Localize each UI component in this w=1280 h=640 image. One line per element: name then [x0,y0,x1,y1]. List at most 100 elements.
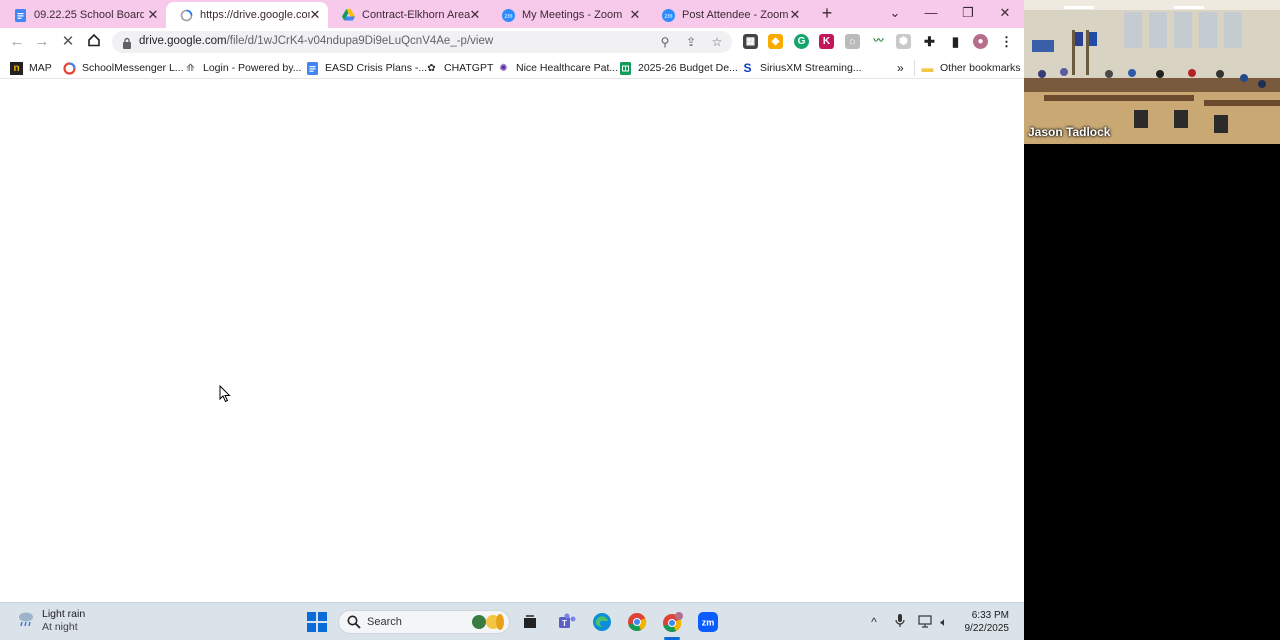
extension-shield-icon[interactable]: ⬢ [896,34,911,49]
bookmark-easd-crisis-plans[interactable]: EASD Crisis Plans -... [306,60,427,76]
task-view-icon[interactable] [519,611,541,633]
tab-label: 09.22.25 School Board Ag [34,9,144,21]
edge-icon[interactable] [591,611,613,633]
stop-loading-icon[interactable]: ✕ [58,33,78,51]
bookmark-schoolmessenger[interactable]: SchoolMessenger L... [63,60,184,76]
tab-label: Contract-Elkhorn Area Sc [362,9,472,21]
side-panel-icon[interactable]: ▮ [948,34,963,49]
home-icon[interactable] [84,33,104,51]
extensions-puzzle-icon[interactable]: ✚ [922,34,937,49]
system-clock[interactable]: 6:33 PM 9/22/2025 [965,609,1010,635]
nice-healthcare-icon: ✺ [499,62,508,74]
chrome-profile-icon[interactable] [662,611,684,633]
bookmark-label: SchoolMessenger L... [82,62,184,74]
other-bookmarks-folder[interactable]: ▬ Other bookmarks [921,60,1021,76]
weather-subtitle: At night [42,621,78,633]
close-icon[interactable]: ✕ [628,8,642,22]
tab-search-chevron-icon[interactable]: ⌄ [885,4,905,22]
chrome-icon[interactable] [626,611,648,633]
bookmarks-divider [914,60,915,76]
browser-toolbar: ← → ✕ drive.google.com/file/d/1wJCrK4-v0… [0,28,1024,56]
close-icon[interactable]: ✕ [788,8,802,22]
windows-start-icon[interactable] [306,611,328,633]
clock-date: 9/22/2025 [964,623,1010,634]
schoolmessenger-icon [63,61,76,75]
grammarly-icon[interactable]: G [794,34,809,49]
menu-kebab-icon[interactable]: ⋮ [999,34,1014,49]
search-highlight-icon [471,613,507,636]
extension-gray-icon[interactable]: ⌂ [845,34,860,49]
bookmark-nice-healthcare[interactable]: ✺ Nice Healthcare Pat... [497,60,618,76]
bookmark-label: EASD Crisis Plans -... [325,62,428,74]
taskbar-search-box[interactable]: Search [338,610,510,634]
zoom-video-panel-background [1024,144,1280,640]
participant-name: Jason Tadlock [1028,125,1111,139]
windows-taskbar: Light rain At night Search T zm ^ 🔈︎ 6:3… [0,602,1024,640]
bookmark-siriusxm[interactable]: S SiriusXM Streaming... [741,60,861,76]
close-icon[interactable]: ✕ [308,8,322,22]
tab-label: My Meetings - Zoom [522,9,623,21]
zoom-app-icon[interactable]: zm [697,611,719,633]
tab-post-attendee-zoom[interactable]: zm Post Attendee - Zoom ✕ [648,2,808,28]
tab-school-board-agenda[interactable]: 09.22.25 School Board Ag ✕ [0,2,166,28]
volume-icon[interactable]: 🔈︎ [936,614,952,630]
siriusxm-icon: S [743,61,752,75]
bookmark-label: Login - Powered by... [203,62,302,74]
new-tab-button[interactable]: + [818,4,836,22]
microphone-icon[interactable] [892,614,908,630]
extension-k-icon[interactable]: K [819,34,834,49]
extension-keep-icon[interactable]: ◆ [768,34,783,49]
bookmarks-bar: n MAP SchoolMessenger L... ⟰ Login - Power… [0,56,1024,79]
close-window-button[interactable]: ✕ [995,4,1015,22]
sheets-icon [619,61,632,75]
forward-arrow-icon[interactable]: → [32,33,52,51]
show-hidden-icons-chevron-icon[interactable]: ^ [866,614,882,630]
bookmark-label: Other bookmarks [940,62,1021,74]
bookmark-map[interactable]: n MAP [10,60,52,76]
zoom-magnifier-icon[interactable]: ⚲ [658,35,672,49]
weather-widget[interactable]: Light rain At night [16,608,85,634]
close-icon[interactable]: ✕ [468,8,482,22]
bookmark-star-icon[interactable]: ☆ [710,35,724,49]
screen: 09.22.25 School Board Ag ✕ https://drive… [0,0,1280,640]
network-icon[interactable] [917,614,933,630]
extension-icon[interactable]: ▦ [743,34,758,49]
folder-icon: ▬ [921,61,934,75]
url-text[interactable]: drive.google.com/file/d/1wJCrK4-v04ndupa… [139,35,493,47]
chatgpt-icon: ✿ [427,62,436,74]
bookmark-label: MAP [29,62,52,74]
tab-contract-elkhorn[interactable]: Contract-Elkhorn Area Sc ✕ [328,2,488,28]
bookmark-chatgpt[interactable]: ✿ CHATGPT [425,60,493,76]
tab-my-meetings-zoom[interactable]: zm My Meetings - Zoom ✕ [488,2,648,28]
bookmark-budget[interactable]: 2025-26 Budget De... [619,60,738,76]
bookmark-label: 2025-26 Budget De... [638,62,738,74]
docs-icon [306,61,319,75]
weather-text: Light rain At night [42,608,85,634]
minimize-button[interactable]: — [921,4,941,22]
svg-text:zm: zm [665,14,673,20]
page-content-blank [0,80,1024,602]
chrome-browser-window: 09.22.25 School Board Ag ✕ https://drive… [0,0,1024,602]
drive-icon [342,9,355,22]
bookmark-label: Nice Healthcare Pat... [516,62,619,74]
bookmark-login[interactable]: ⟰ Login - Powered by... [184,60,301,76]
restore-button[interactable]: ❐ [958,4,978,22]
url-path: /file/d/1wJCrK4-v04ndupa9Di9eLuQcnV4Ae_-… [226,35,494,47]
teams-icon[interactable]: T [556,611,578,633]
tab-label: https://drive.google.com [200,9,310,21]
tab-google-drive[interactable]: https://drive.google.com ✕ [166,2,328,28]
svg-text:T: T [562,619,567,628]
loading-icon [180,9,193,22]
extension-wave-icon[interactable]: 〰 [871,34,886,49]
back-arrow-icon[interactable]: ← [7,33,27,51]
profile-avatar[interactable]: ● [973,34,988,49]
docs-icon [14,8,27,22]
share-icon[interactable]: ⇪ [684,35,698,49]
address-bar[interactable]: drive.google.com/file/d/1wJCrK4-v04ndupa… [112,31,732,53]
close-icon[interactable]: ✕ [146,8,160,22]
meeting-room-scene [1024,0,1280,144]
more-bookmarks-chevron-icon[interactable]: » [897,60,904,76]
search-label: Search [367,616,402,628]
svg-text:zm: zm [702,618,715,628]
zoom-video-thumbnail: Jason Tadlock [1024,0,1280,144]
